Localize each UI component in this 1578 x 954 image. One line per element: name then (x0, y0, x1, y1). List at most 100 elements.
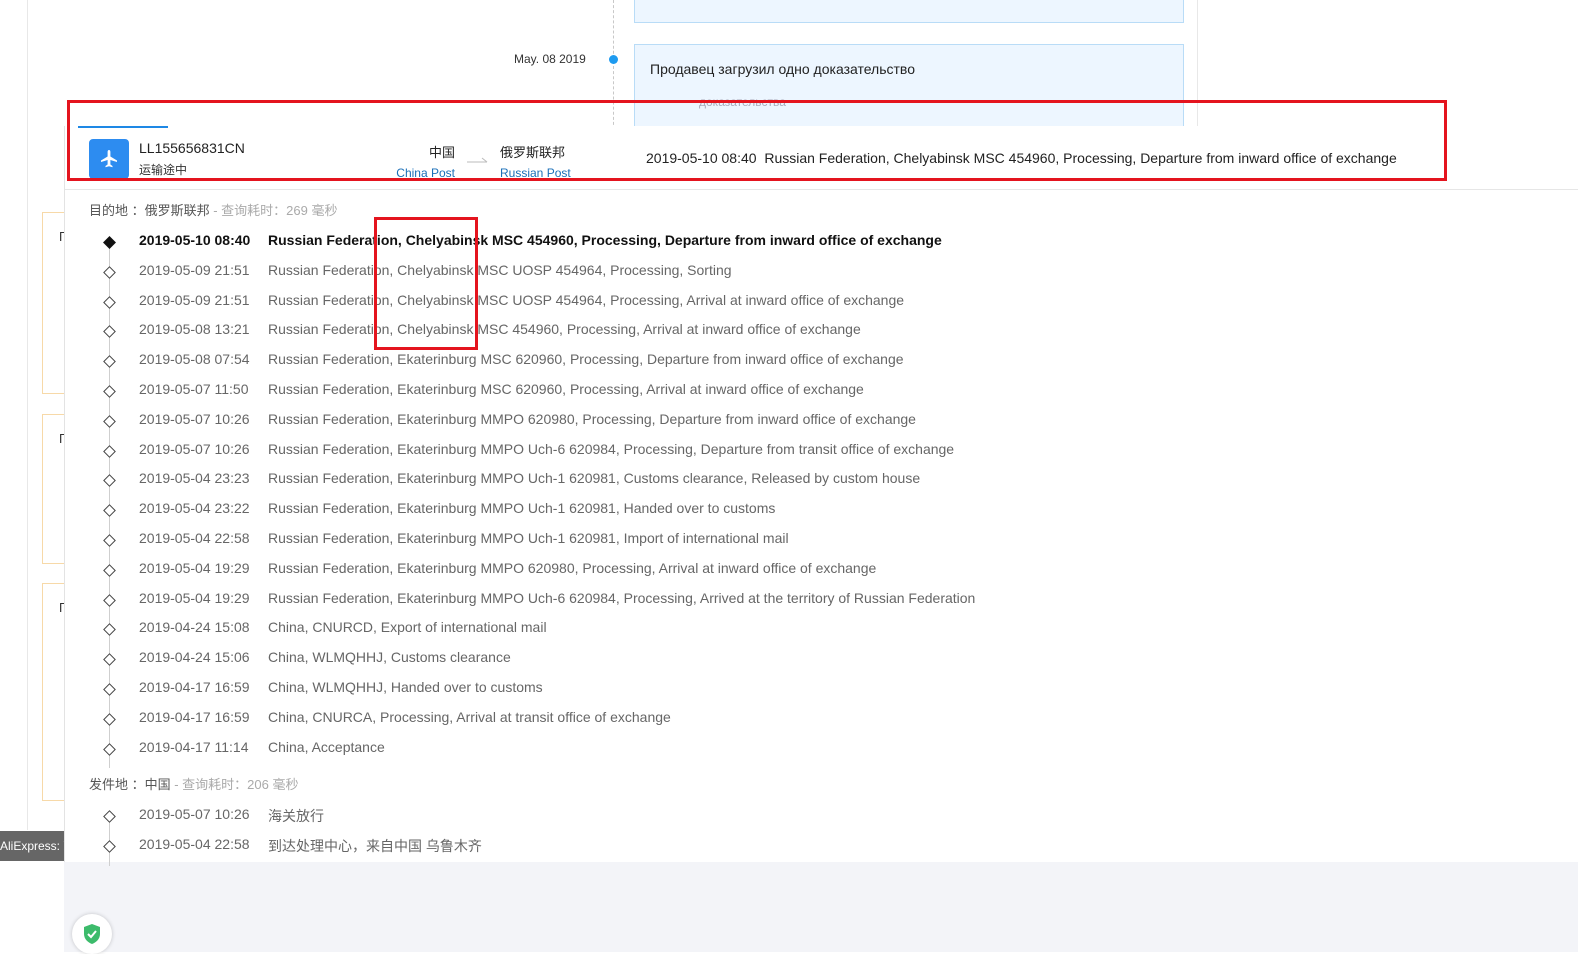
diamond-icon (103, 295, 116, 309)
timeline-card-text: Продавец загрузил одно доказательство (650, 61, 915, 77)
event-time: 2019-05-08 13:21 (139, 321, 250, 338)
event-row: 2019-05-07 11:50 Russian Federation, Ekat… (65, 381, 1465, 411)
event-description: Russian Federation, Ekaterinburg MMPO Uc… (268, 440, 955, 457)
origin-section-label: 发件地 ：中国 - 查询耗时：206 毫秒 (89, 774, 298, 793)
event-row: 2019-05-07 10:26 海关放行 (65, 806, 1465, 836)
event-row: 2019-05-09 21:51 Russian Federation, Chel… (65, 262, 1465, 292)
event-time: 2019-05-04 23:23 (139, 470, 250, 487)
event-row: 2019-04-24 15:08 China, CNURCD, Export of… (65, 619, 1465, 649)
event-row: 2019-04-17 11:14 China, Acceptance (65, 739, 1465, 769)
event-description: Russian Federation, Ekaterinburg MMPO Uc… (268, 470, 921, 487)
event-description: China, Acceptance (268, 738, 385, 755)
event-description: China, WLMQHHJ, Handed over to customs (268, 679, 543, 695)
event-row: 2019-05-04 23:23 Russian Federation, Ekat… (65, 470, 1465, 500)
event-description: Russian Federation, Chelyabinsk MSC UOSP… (268, 261, 732, 278)
event-row: 2019-05-04 19:29 Russian Federation, Ekat… (65, 590, 1465, 620)
event-row: 2019-04-17 16:59 China, CNURCA, Processin… (65, 709, 1465, 739)
event-time: 2019-05-07 10:26 (139, 410, 250, 427)
event-row: 2019-05-07 10:26 Russian Federation, Ekat… (65, 441, 1465, 471)
diamond-icon (103, 653, 116, 667)
highlight-box (374, 217, 478, 350)
event-time: 2019-04-24 15:06 (139, 649, 250, 666)
event-description: Russian Federation, Ekaterinburg MMPO Uc… (268, 500, 776, 517)
event-description: Russian Federation, Ekaterinburg MMPO Uc… (268, 589, 976, 606)
event-time: 2019-05-09 21:51 (139, 291, 250, 308)
event-time: 2019-05-07 10:26 (139, 806, 250, 822)
shield-icon (84, 924, 100, 944)
event-description: Russian Federation, Ekaterinburg MMPO 62… (268, 559, 877, 576)
diamond-icon (103, 593, 116, 607)
event-time: 2019-04-24 15:08 (139, 619, 250, 636)
diamond-icon (103, 385, 116, 398)
diamond-icon (103, 414, 116, 428)
event-row: 2019-04-17 16:59 China, WLMQHHJ, Handed o… (65, 679, 1465, 709)
section-title: 发件地 ：中国 (89, 777, 171, 792)
event-row: 2019-05-08 07:54 Russian Federation, Ekat… (65, 351, 1465, 381)
browser-tab[interactable]: AliExpress: У (0, 831, 64, 861)
event-time: 2019-04-17 11:14 (139, 738, 249, 755)
diamond-icon (103, 325, 116, 339)
event-description: Russian Federation, Ekaterinburg MMPO Uc… (268, 530, 789, 546)
diamond-icon (103, 810, 116, 823)
event-time: 2019-04-17 16:59 (139, 679, 250, 695)
side-card: П (42, 583, 68, 801)
destination-section-label: 目的地 ：俄罗斯联邦 - 查询耗时：269 毫秒 (89, 200, 337, 219)
timeline-card (634, 0, 1184, 23)
diamond-icon (103, 474, 116, 488)
query-time: - 查询耗时：269 毫秒 (209, 203, 338, 218)
event-time: 2019-05-04 19:29 (139, 589, 250, 606)
section-title: 目的地 ：俄罗斯联邦 (89, 203, 210, 218)
event-description: China, CNURCD, Export of international m… (268, 619, 547, 636)
timeline-date: May. 08 2019 (514, 52, 586, 66)
security-badge[interactable] (72, 914, 112, 954)
diamond-icon (103, 265, 116, 279)
diamond-icon (103, 504, 116, 518)
event-description: Russian Federation, Ekaterinburg MSC 620… (268, 351, 904, 368)
event-description: Russian Federation, Chelyabinsk MSC 4549… (268, 321, 861, 338)
diamond-icon (103, 355, 116, 369)
tracking-panel: LL155656831CN 运输途中 中国 China Post 俄罗斯联邦 R… (64, 126, 1578, 866)
event-time: 2019-05-04 23:22 (139, 500, 250, 517)
event-time: 2019-05-08 07:54 (139, 351, 250, 368)
diamond-icon (103, 623, 116, 637)
event-row: 2019-05-07 10:26 Russian Federation, Ekat… (65, 411, 1465, 441)
event-row: 2019-04-24 15:06 China, WLMQHHJ, Customs … (65, 649, 1465, 679)
diamond-icon (103, 236, 116, 249)
event-description: 到达处理中心，来自中国 乌鲁木齐 (268, 837, 482, 854)
event-time: 2019-05-04 22:58 (139, 835, 250, 852)
side-card: П (42, 414, 68, 564)
event-row: 2019-05-08 13:21 Russian Federation, Chel… (65, 321, 1465, 351)
diamond-icon (103, 563, 116, 577)
diamond-icon (103, 683, 116, 696)
event-description: Russian Federation, Ekaterinburg MSC 620… (268, 381, 864, 397)
highlight-box (67, 100, 1447, 181)
event-description: 海关放行 (268, 808, 324, 824)
event-description: China, WLMQHHJ, Customs clearance (268, 649, 511, 666)
event-row: 2019-05-04 22:58 到达处理中心，来自中国 乌鲁木齐 (65, 836, 1465, 866)
diamond-icon (103, 839, 116, 853)
event-description: China, CNURCA, Processing, Arrival at tr… (268, 708, 671, 725)
query-time: - 查询耗时：206 毫秒 (170, 777, 299, 792)
timeline-dot (609, 55, 618, 64)
diamond-icon (103, 742, 116, 756)
event-description: Russian Federation, Chelyabinsk MSC UOSP… (268, 291, 905, 308)
diamond-icon (103, 712, 116, 726)
event-time: 2019-05-07 11:50 (139, 381, 249, 397)
event-time: 2019-05-04 22:58 (139, 530, 250, 546)
diamond-icon (103, 534, 116, 547)
event-row: 2019-05-04 19:29 Russian Federation, Ekat… (65, 560, 1465, 590)
event-row: 2019-05-09 21:51 Russian Federation, Chel… (65, 292, 1465, 322)
page-footer-area (64, 862, 1578, 952)
event-row: 2019-05-04 22:58 Russian Federation, Ekat… (65, 530, 1465, 560)
event-description: Russian Federation, Chelyabinsk MSC 4549… (268, 232, 942, 248)
event-time: 2019-04-17 16:59 (139, 708, 250, 725)
side-card: П (42, 212, 68, 394)
event-time: 2019-05-04 19:29 (139, 559, 250, 576)
event-time: 2019-05-07 10:26 (139, 440, 250, 457)
diamond-icon (103, 444, 116, 458)
event-description: Russian Federation, Ekaterinburg MMPO 62… (268, 410, 916, 427)
event-row: 2019-05-10 08:40 Russian Federation, Chel… (65, 232, 1465, 262)
event-row: 2019-05-04 23:22 Russian Federation, Ekat… (65, 500, 1465, 530)
event-time: 2019-05-10 08:40 (139, 232, 251, 248)
event-time: 2019-05-09 21:51 (139, 261, 250, 278)
